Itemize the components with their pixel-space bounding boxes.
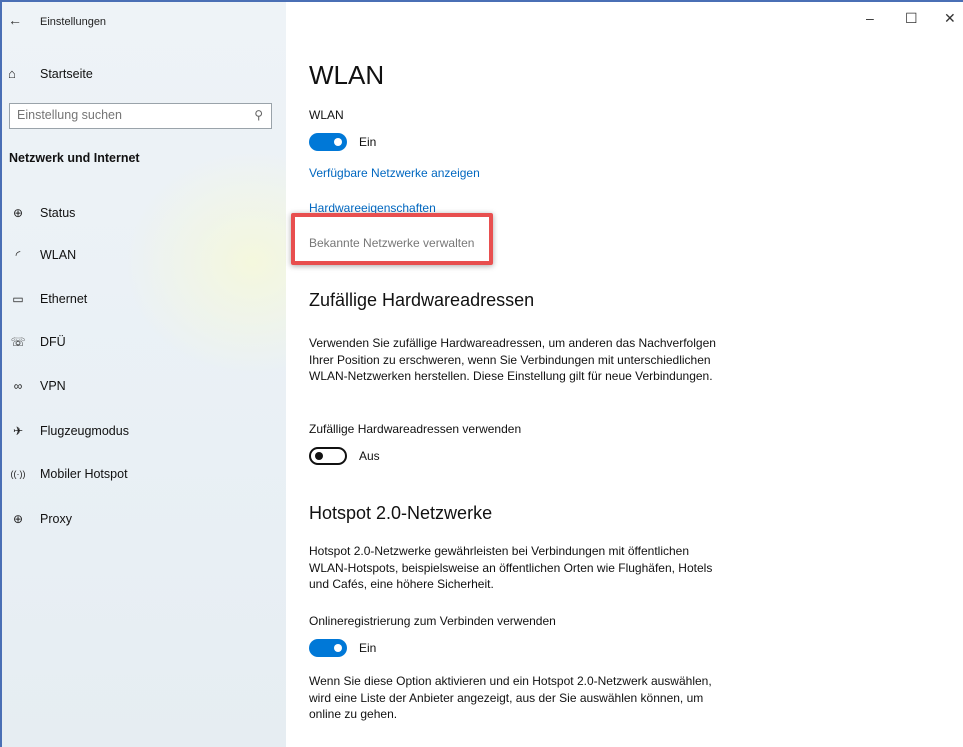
section-title: Netzwerk und Internet (9, 151, 140, 165)
random-hw-toggle-state: Aus (359, 449, 380, 463)
back-arrow-icon[interactable]: ← (8, 12, 22, 28)
wlan-label: WLAN (309, 108, 344, 122)
sidebar: ← Einstellungen ⌂ Startseite ⚲ Netzwerk … (2, 2, 286, 747)
sidebar-item-home[interactable]: ⌂ Startseite (8, 66, 93, 81)
app-title: Einstellungen (40, 16, 107, 28)
ethernet-icon: ▭ (12, 292, 24, 306)
search-input[interactable] (17, 108, 237, 122)
sidebar-item-vpn[interactable]: ∞ VPN (8, 375, 66, 397)
main-content: WLAN WLAN Ein Verfügbare Netzwerke anzei… (309, 0, 949, 747)
sidebar-item-wlan[interactable]: ◜ WLAN (8, 244, 76, 266)
wlan-toggle-state: Ein (359, 135, 377, 149)
online-registration-description: Wenn Sie diese Option aktivieren und ein… (309, 674, 712, 721)
hotspot-description: Hotspot 2.0-Netzwerke gewährleisten bei … (309, 544, 713, 591)
vpn-icon: ∞ (13, 379, 23, 393)
sidebar-item-status[interactable]: ⊕ Status (8, 202, 75, 224)
sidebar-item-dfu[interactable]: ☏ DFÜ (8, 331, 66, 353)
globe-icon: ⊕ (12, 512, 24, 526)
wifi-icon: ◜ (15, 248, 21, 262)
online-registration-toggle[interactable] (309, 639, 347, 657)
sidebar-item-ethernet[interactable]: ▭ Ethernet (8, 288, 87, 310)
phone-icon: ☏ (10, 335, 26, 349)
airplane-icon: ✈ (12, 424, 24, 438)
search-icon[interactable]: ⚲ (254, 108, 263, 122)
wlan-toggle[interactable] (309, 133, 347, 151)
sidebar-item-airplane[interactable]: ✈ Flugzeugmodus (8, 420, 129, 442)
random-hw-heading: Zufällige Hardwareadressen (309, 290, 535, 310)
available-networks-link[interactable]: Verfügbare Netzwerke anzeigen (309, 166, 480, 180)
sidebar-item-label: Flugzeugmodus (40, 424, 129, 438)
sidebar-item-label: WLAN (40, 248, 77, 262)
hotspot-heading: Hotspot 2.0-Netzwerke (309, 503, 493, 523)
page-title: WLAN (309, 60, 385, 90)
sidebar-item-proxy[interactable]: ⊕ Proxy (8, 508, 72, 530)
sidebar-item-label: Mobiler Hotspot (40, 467, 128, 481)
sidebar-item-label: VPN (40, 379, 66, 393)
random-hw-description: Verwenden Sie zufällige Hardwareadressen… (309, 336, 716, 383)
home-icon: ⌂ (8, 66, 16, 81)
random-hw-toggle-label: Zufällige Hardwareadressen verwenden (309, 422, 522, 436)
sidebar-item-label: Status (40, 206, 76, 220)
online-registration-toggle-state: Ein (359, 641, 377, 655)
hotspot-icon: ((·)) (10, 469, 26, 479)
sidebar-item-label: Ethernet (40, 292, 88, 306)
home-label: Startseite (40, 66, 93, 81)
random-hw-toggle[interactable] (309, 447, 347, 465)
sidebar-item-hotspot[interactable]: ((·)) Mobiler Hotspot (8, 463, 128, 485)
sidebar-item-label: DFÜ (40, 335, 66, 349)
highlight-box (291, 213, 493, 265)
globe-icon: ⊕ (12, 206, 24, 220)
search-box[interactable]: ⚲ (9, 103, 272, 129)
online-registration-label: Onlineregistrierung zum Verbinden verwen… (309, 614, 556, 628)
sidebar-item-label: Proxy (40, 512, 72, 526)
